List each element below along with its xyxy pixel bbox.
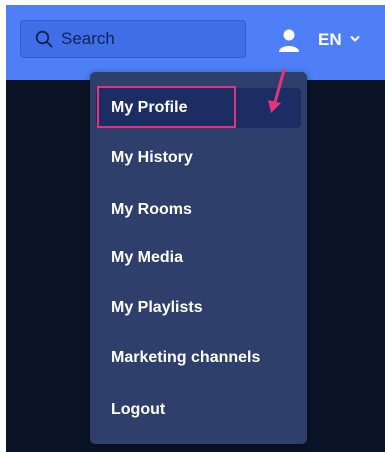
annotation-arrow-icon — [268, 68, 286, 113]
menu-item-label: My History — [111, 149, 193, 166]
top-navigation-bar: Search EN — [6, 5, 385, 80]
menu-item-label: My Playlists — [111, 299, 203, 316]
menu-item-my-history[interactable]: My History — [96, 138, 301, 178]
annotation-highlight-box — [97, 86, 236, 128]
language-label: EN — [318, 30, 342, 49]
language-selector[interactable]: EN — [318, 27, 360, 53]
search-icon — [35, 30, 53, 48]
search-input[interactable]: Search — [20, 20, 246, 58]
user-icon[interactable] — [278, 27, 300, 53]
menu-item-my-media[interactable]: My Media — [96, 238, 301, 278]
menu-item-label: My Media — [111, 249, 184, 266]
chevron-down-icon — [349, 34, 360, 46]
menu-item-logout[interactable]: Logout — [96, 390, 301, 430]
menu-item-label: Marketing channels — [111, 349, 261, 366]
search-placeholder: Search — [61, 29, 115, 48]
menu-item-label: My Rooms — [111, 201, 192, 218]
menu-item-marketing-channels[interactable]: Marketing channels — [96, 338, 301, 378]
menu-item-my-playlists[interactable]: My Playlists — [96, 288, 301, 328]
menu-item-my-rooms[interactable]: My Rooms — [96, 190, 301, 230]
menu-item-label: Logout — [111, 401, 166, 418]
